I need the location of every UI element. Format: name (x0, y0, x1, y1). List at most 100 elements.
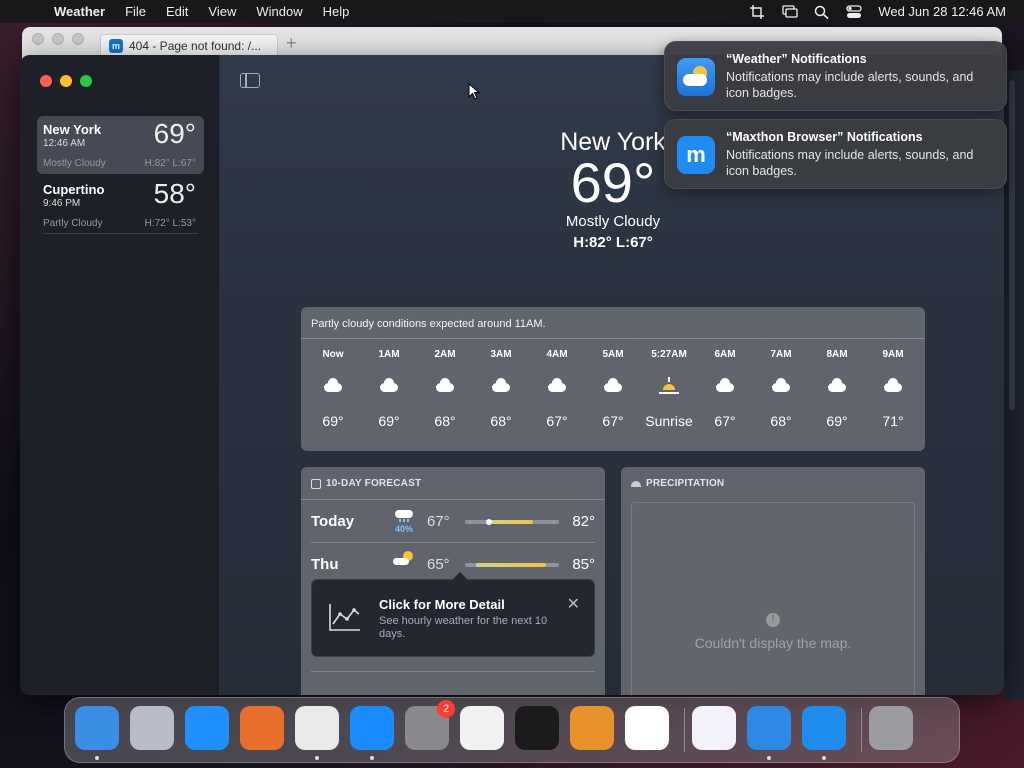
cloud-icon (716, 377, 734, 392)
hourly-time: Now (322, 349, 344, 360)
minimize-button[interactable] (60, 75, 72, 87)
sunrise-icon (659, 377, 679, 394)
weather-app-icon[interactable] (747, 706, 791, 750)
system-settings-app-icon[interactable]: 2 (405, 700, 455, 750)
textedit-app-icon[interactable] (460, 706, 504, 750)
hourly-temp: Sunrise (645, 413, 693, 429)
control-center-icon[interactable] (846, 4, 862, 19)
tooltip-close-button[interactable]: ✕ (567, 594, 580, 614)
screen-mirroring-icon[interactable] (782, 4, 798, 19)
hourly-item: 2AM 68° (417, 339, 473, 429)
browser-minimize-button[interactable] (52, 33, 64, 45)
menu-file[interactable]: File (115, 4, 156, 19)
notification-title: “Maxthon Browser” Notifications (726, 130, 923, 144)
temp-range-bar (465, 519, 559, 525)
weather-notification[interactable]: “Weather” Notifications Notifications ma… (664, 41, 1007, 111)
location-item-cupertino[interactable]: Cupertino 9:46 PM 58° Partly Cloudy H:72… (37, 176, 204, 234)
notification-title: “Weather” Notifications (726, 52, 867, 66)
launchpad-app-icon[interactable] (130, 706, 174, 750)
hourly-item: 4AM 67° (529, 339, 585, 429)
terminal-app-icon[interactable] (515, 706, 559, 750)
day-name: Thu (311, 556, 339, 573)
hourly-item: 5AM 67° (585, 339, 641, 429)
maxthon-notification[interactable]: m “Maxthon Browser” Notifications Notifi… (664, 119, 1007, 189)
zoom-button[interactable] (80, 75, 92, 87)
maxthon-app-icon: m (677, 136, 715, 174)
maxthon-app-icon[interactable] (802, 706, 846, 750)
hourly-item: 3AM 68° (473, 339, 529, 429)
safari-app-icon[interactable] (185, 706, 229, 750)
temp-range-fill (476, 563, 546, 567)
notification-body: Notifications may include alerts, sounds… (726, 70, 974, 100)
locations-sidebar: New York 12:46 AM 69° Mostly Cloudy H:82… (20, 55, 220, 695)
dock: 2 (64, 697, 960, 763)
precipitation-title: PRECIPITATION (646, 478, 725, 489)
menu-help[interactable]: Help (313, 4, 360, 19)
running-indicator (822, 756, 826, 760)
trash-app-icon[interactable] (869, 706, 913, 750)
window-traffic-lights (40, 75, 92, 87)
visual-studio-app-icon[interactable] (692, 706, 736, 750)
precipitation-map: ! Couldn't display the map. (631, 502, 915, 695)
hourly-item: 1AM 69° (361, 339, 417, 429)
menubar-clock[interactable]: Wed Jun 28 12:46 AM (878, 4, 1006, 19)
close-button[interactable] (40, 75, 52, 87)
hourly-time: 5:27AM (651, 349, 687, 360)
temp-range-bar (465, 563, 559, 567)
day-row[interactable]: Today 40% 67° 82° (311, 500, 595, 543)
hourly-columns: Now 69° 1AM 69° 2AM 68° 3AM 68° 4AM 67° 5AM 67° 5:27… (301, 339, 925, 429)
running-indicator (370, 756, 374, 760)
more-detail-tooltip[interactable]: Click for More Detail See hourly weather… (311, 572, 595, 657)
cloud-icon (548, 377, 566, 392)
precipitation-card[interactable]: PRECIPITATION ! Couldn't display the map… (621, 467, 925, 695)
garageband-app-icon[interactable] (570, 706, 614, 750)
ten-day-header: 10-DAY FORECAST (301, 467, 605, 500)
sidebar-toggle-icon[interactable] (240, 73, 260, 88)
menu-edit[interactable]: Edit (156, 4, 198, 19)
calendar-icon (311, 478, 321, 489)
day-high: 82° (572, 513, 595, 530)
menu-window[interactable]: Window (246, 4, 312, 19)
cloud-icon (828, 377, 846, 392)
hourly-forecast-card[interactable]: Partly cloudy conditions expected around… (301, 307, 925, 451)
finder-app-icon[interactable] (75, 706, 119, 750)
day-icon-wrap: 40% (393, 508, 415, 534)
menu-view[interactable]: View (198, 4, 246, 19)
app-store-app-icon[interactable] (350, 706, 394, 750)
ten-day-title: 10-DAY FORECAST (326, 478, 422, 489)
dock-separator (684, 708, 685, 752)
tooltip-title: Click for More Detail (379, 597, 505, 612)
sidebar-divider (43, 233, 198, 234)
crop-icon[interactable] (750, 4, 766, 19)
hourly-item: 5:27AM Sunrise (641, 339, 697, 429)
browser-close-button[interactable] (32, 33, 44, 45)
hourly-icon-wrap (809, 369, 865, 405)
notification-badge: 2 (437, 700, 455, 718)
line-chart-icon (329, 604, 360, 631)
browser-zoom-button[interactable] (72, 33, 84, 45)
location-condition: Mostly Cloudy (43, 158, 106, 169)
vscode-app-icon[interactable] (625, 706, 669, 750)
hourly-time: 4AM (546, 349, 568, 360)
hourly-temp: 67° (714, 413, 736, 429)
firefox-app-icon[interactable] (240, 706, 284, 750)
partly-sunny-icon (393, 551, 413, 567)
spotlight-search-icon[interactable] (814, 5, 830, 19)
menu-app-name[interactable]: Weather (44, 4, 115, 19)
hourly-icon-wrap (641, 369, 697, 405)
hourly-temp: 69° (322, 413, 344, 429)
location-item-new-york[interactable]: New York 12:46 AM 69° Mostly Cloudy H:82… (37, 116, 204, 174)
cloud-icon (772, 377, 790, 392)
new-tab-button[interactable]: + (286, 33, 297, 54)
browser-scrollbar[interactable] (1009, 80, 1015, 410)
hourly-icon-wrap (529, 369, 585, 405)
chrome-app-icon[interactable] (295, 706, 339, 750)
map-error-message: Couldn't display the map. (694, 635, 852, 651)
hourly-temp: 68° (490, 413, 512, 429)
mouse-cursor-icon (468, 83, 480, 100)
cloud-icon (324, 377, 342, 392)
hourly-item: Now 69° (305, 339, 361, 429)
hourly-item: 7AM 68° (753, 339, 809, 429)
hourly-temp: 67° (602, 413, 624, 429)
hourly-time: 6AM (714, 349, 736, 360)
